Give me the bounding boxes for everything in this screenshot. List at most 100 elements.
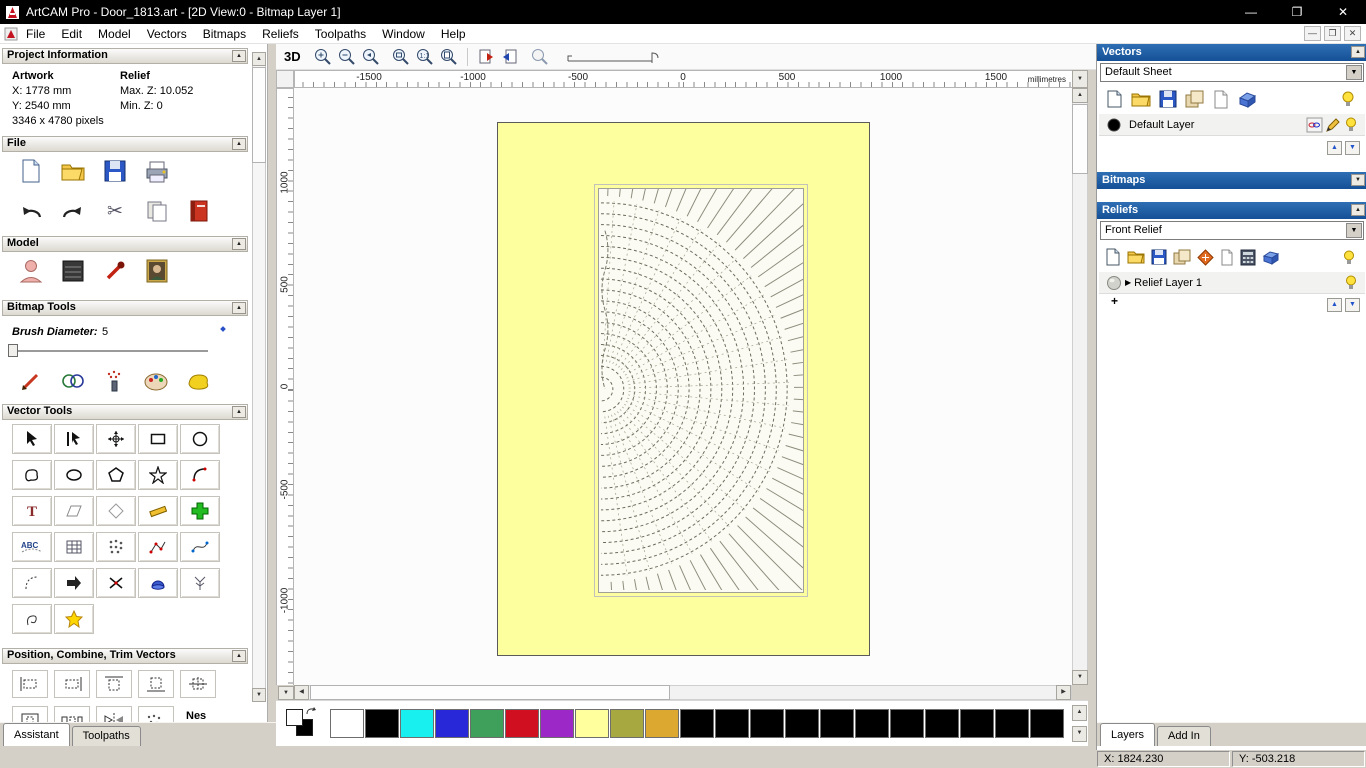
palette-swatch-6[interactable] [540, 709, 574, 738]
add-relief-layer-plus-icon[interactable]: + [1111, 294, 1118, 308]
create-freeform-shape-icon[interactable] [12, 460, 52, 490]
palette-icon[interactable] [140, 366, 174, 396]
palette-swatch-16[interactable] [890, 709, 924, 738]
zoom-previous-icon[interactable] [359, 46, 383, 68]
lock-layer-icon[interactable] [1306, 117, 1323, 133]
toggle-all-vectors-visibility-icon[interactable] [1339, 90, 1357, 109]
assistant-scrollbar-thumb[interactable] [252, 67, 266, 163]
close-button[interactable]: ✕ [1320, 0, 1366, 24]
collapse-bitmap-tools-button[interactable]: ▲ [232, 302, 246, 314]
move-vector-layer-down-icon[interactable]: ▼ [1345, 141, 1360, 155]
text-on-curve-icon[interactable]: ABC [12, 532, 52, 562]
create-star-icon[interactable] [138, 460, 178, 490]
align-bottom-icon[interactable] [138, 670, 174, 698]
move-relief-layer-up-icon[interactable]: ▲ [1327, 298, 1342, 312]
mirror-vectors-icon[interactable] [96, 706, 132, 722]
view-rotation-slider[interactable] [566, 47, 676, 67]
relief-layer-row[interactable]: ▶ Relief Layer 1 [1099, 272, 1365, 294]
new-vector-layer-icon[interactable] [1105, 89, 1123, 109]
zoom-fit-page-icon[interactable] [437, 46, 461, 68]
ruler-units-dropdown-icon[interactable]: ▼ [1072, 70, 1088, 88]
vector-layer-name[interactable]: Default Layer [1129, 119, 1194, 131]
redo-icon[interactable] [56, 196, 90, 226]
door-relief-artwork[interactable] [598, 188, 804, 593]
relief-layer-name[interactable]: Relief Layer 1 [1134, 277, 1202, 289]
palette-swatch-15[interactable] [855, 709, 889, 738]
relief-select[interactable]: Front Relief ▼ [1100, 221, 1364, 240]
palette-swatch-7[interactable] [575, 709, 609, 738]
polyline-tool-icon[interactable] [138, 532, 178, 562]
flood-fill-icon[interactable] [182, 366, 216, 396]
collapse-model-button[interactable]: ▲ [232, 238, 246, 250]
minimize-button[interactable]: — [1228, 0, 1274, 24]
palette-swatch-5[interactable] [505, 709, 539, 738]
undo-icon[interactable] [14, 196, 48, 226]
maximize-button[interactable]: ❐ [1274, 0, 1320, 24]
cut-icon[interactable]: ✂ [98, 196, 132, 226]
previous-view-icon[interactable] [474, 46, 498, 68]
palette-swatch-2[interactable] [400, 709, 434, 738]
draw-shapes-icon[interactable] [56, 366, 90, 396]
foreground-background-colors[interactable] [286, 707, 318, 739]
expand-bitmaps-button[interactable]: ▼ [1351, 174, 1365, 186]
layer-visibility-bulb-icon[interactable] [1343, 116, 1359, 133]
palette-swatch-17[interactable] [925, 709, 959, 738]
open-vector-layer-icon[interactable] [1131, 90, 1151, 108]
bitmap-image-icon[interactable] [140, 256, 174, 286]
tab-assistant[interactable]: Assistant [3, 723, 70, 746]
menu-bitmaps[interactable]: Bitmaps [195, 27, 254, 41]
collapse-project-info-button[interactable]: ▲ [232, 50, 246, 62]
canvas-scroll-down-icon[interactable]: ▼ [1072, 670, 1088, 685]
delete-relief-layer-icon[interactable] [1262, 249, 1280, 265]
delete-vector-layer-icon[interactable] [1237, 90, 1257, 108]
canvas-vscrollbar-thumb[interactable] [1072, 104, 1088, 174]
open-relief-layer-icon[interactable] [1127, 249, 1145, 265]
assistant-scroll-down-icon[interactable]: ▼ [252, 688, 266, 702]
create-arc-icon[interactable] [180, 460, 220, 490]
zoom-window-icon[interactable] [389, 46, 413, 68]
palette-swatch-12[interactable] [750, 709, 784, 738]
wrap-text-icon[interactable] [54, 496, 94, 526]
tab-addin[interactable]: Add In [1157, 726, 1211, 746]
sculpt-tool-icon[interactable] [98, 256, 132, 286]
brush-diameter-slider-track[interactable] [12, 350, 208, 352]
menu-edit[interactable]: Edit [53, 27, 90, 41]
palette-swatch-0[interactable] [330, 709, 364, 738]
foreground-color-swatch[interactable] [286, 709, 303, 726]
edit-layer-icon[interactable] [1325, 117, 1341, 133]
menu-reliefs[interactable]: Reliefs [254, 27, 307, 41]
canvas-vscrollbar-track[interactable] [1072, 88, 1088, 685]
menu-window[interactable]: Window [374, 27, 433, 41]
collapse-file-button[interactable]: ▲ [232, 138, 246, 150]
palette-swatch-1[interactable] [365, 709, 399, 738]
collapse-reliefs-button[interactable]: ▲ [1351, 204, 1365, 216]
canvas-scroll-right-icon[interactable]: ▶ [1056, 685, 1071, 700]
center-in-page-icon[interactable] [12, 706, 48, 722]
collapse-vector-tools-button[interactable]: ▲ [232, 406, 246, 418]
open-model-icon[interactable] [56, 156, 90, 186]
copy-vector-layer-icon[interactable] [1213, 90, 1229, 109]
expand-relief-layer-icon[interactable]: ▶ [1125, 278, 1131, 287]
trim-vectors-icon[interactable] [96, 568, 136, 598]
mdi-close-button[interactable]: ✕ [1344, 26, 1361, 41]
palette-swatch-13[interactable] [785, 709, 819, 738]
palette-swatch-3[interactable] [435, 709, 469, 738]
zoom-out-icon[interactable] [335, 46, 359, 68]
canvas-scroll-left-icon[interactable]: ◀ [294, 685, 309, 700]
align-center-icon[interactable] [180, 670, 216, 698]
swap-colors-icon[interactable] [306, 707, 316, 717]
offset-vector-icon[interactable] [54, 568, 94, 598]
pan-view-icon[interactable] [528, 46, 552, 68]
palette-swatch-10[interactable] [680, 709, 714, 738]
merge-relief-layers-icon[interactable] [1173, 249, 1191, 265]
artwork-page[interactable] [497, 122, 870, 656]
paste-icon[interactable] [140, 196, 174, 226]
create-ellipse-icon[interactable] [54, 460, 94, 490]
palette-swatch-8[interactable] [610, 709, 644, 738]
menu-file[interactable]: File [18, 27, 53, 41]
palette-scroll-down-icon[interactable]: ▼ [1072, 726, 1087, 742]
merge-vector-layers-icon[interactable] [1185, 90, 1205, 108]
create-circle-icon[interactable] [180, 424, 220, 454]
select-vectors-icon[interactable] [12, 424, 52, 454]
menu-help[interactable]: Help [433, 27, 474, 41]
